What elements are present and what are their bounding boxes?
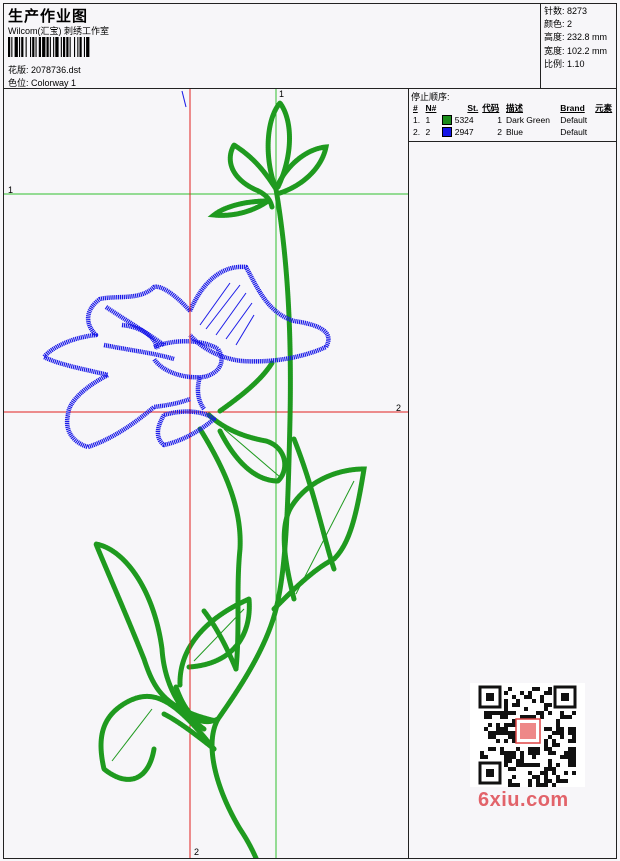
design-file-label: 花版:: [8, 65, 29, 75]
col-stitches: St.: [467, 102, 479, 113]
leaf-veins: [103, 428, 355, 762]
color-swatch: [442, 127, 453, 138]
guide-label-h1: 1: [8, 185, 14, 195]
page-title: 生产作业图: [8, 8, 89, 25]
color-table-header: # N# St. 代码 描述 Brand 元素: [411, 101, 617, 114]
colorway-row: 色位: Colorway 1: [8, 76, 76, 89]
barcode: [8, 37, 90, 57]
stat-colors: 颜色: 2: [544, 19, 573, 30]
qr-code: [470, 683, 585, 787]
start-marker: [181, 90, 187, 108]
watermark: 6xiu.com: [478, 789, 569, 811]
guide-label-v1: 1: [279, 89, 285, 99]
col-code: 代码: [482, 102, 500, 113]
col-element: 元素: [595, 102, 613, 113]
table-row: 1. 1 5324 1 Dark Green Default: [413, 114, 588, 126]
table-row: 2. 2 2947 2 Blue Default: [413, 126, 588, 138]
color-table: # N# St. 代码 描述 Brand 元素 1. 1 5324 1 Dark…: [411, 101, 617, 138]
design-canvas: 1 2 1 2: [4, 89, 408, 858]
guide-label-v2: 2: [194, 847, 200, 857]
col-num: #: [413, 102, 418, 113]
company-name: Wilcom(汇宝) 刺绣工作室: [8, 26, 109, 36]
qr-code-graphic: [478, 685, 577, 787]
stat-stitches: 针数: 8273: [544, 6, 588, 16]
guide-label-h2: 2: [396, 403, 402, 413]
stat-scale: 比例: 1.10: [544, 58, 585, 69]
col-brand: Brand: [560, 102, 585, 113]
stat-height: 高度: 232.8 mm: [544, 32, 608, 43]
col-n: N#: [425, 102, 437, 113]
stats-divider: [540, 3, 541, 88]
colorway-label: 色位:: [8, 78, 29, 88]
green-stitches: [92, 99, 367, 858]
stat-width: 宽度: 102.2 mm: [544, 45, 608, 56]
embroidery-design: [4, 89, 408, 858]
col-desc: 描述: [506, 102, 524, 113]
flower-detail-lines: [199, 282, 255, 346]
table-divider: [408, 141, 617, 142]
colorway-name: Colorway 1: [31, 78, 77, 88]
design-file-row: 花版: 2078736.dst: [8, 63, 81, 76]
design-file-name: 2078736.dst: [31, 65, 81, 75]
panel-divider: [408, 88, 409, 859]
color-swatch: [442, 115, 453, 126]
stats-panel: 针数: 8273 颜色: 2 高度: 232.8 mm 宽度: 102.2 mm…: [544, 5, 607, 71]
